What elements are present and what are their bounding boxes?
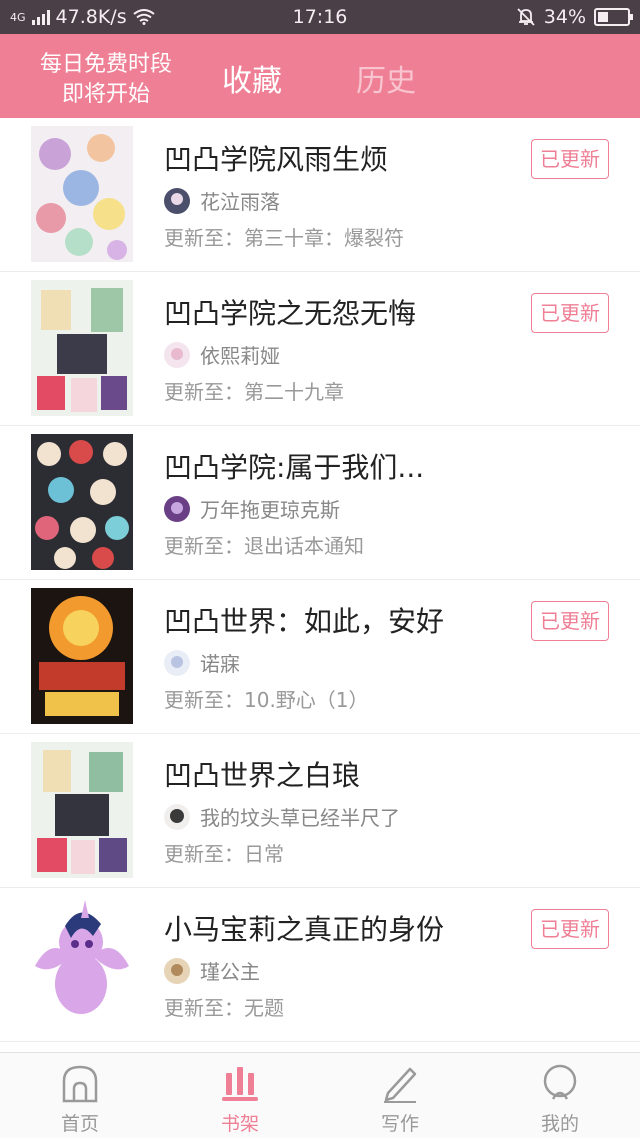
author-row: 瑾公主 xyxy=(164,956,260,985)
book-title[interactable]: 凹凸世界之白琅 xyxy=(164,754,360,794)
book-item[interactable]: 凹凸学院风雨生烦 花泣雨落 更新至：第三十章：爆裂符 已更新 xyxy=(0,118,640,272)
status-right: 34% xyxy=(516,6,633,28)
book-cover[interactable] xyxy=(31,126,133,262)
author-avatar xyxy=(164,957,190,984)
author-name: 依熙莉娅 xyxy=(200,344,280,368)
book-item[interactable]: 小马宝莉之真正的身份 瑾公主 更新至：无题 已更新 xyxy=(0,888,640,1042)
author-name: 我的坟头草已经半尺了 xyxy=(200,806,400,830)
book-item[interactable]: 凹凸学院之无怨无悔 依熙莉娅 更新至：第二十九章 已更新 xyxy=(0,272,640,426)
update-status: 更新至：日常 xyxy=(164,842,284,866)
nav-mine[interactable]: 我的 xyxy=(480,1053,640,1139)
nav-home-label: 首页 xyxy=(60,1113,99,1135)
book-item[interactable]: 凹凸世界之白琅 我的坟头草已经半尺了 更新至：日常 xyxy=(0,734,640,888)
nav-write[interactable]: 写作 xyxy=(320,1053,480,1139)
mute-bell-icon xyxy=(517,8,535,26)
author-row: 花泣雨落 xyxy=(164,186,280,215)
free-time-line1: 每日免费时段 xyxy=(39,52,172,77)
updated-badge: 已更新 xyxy=(531,293,609,333)
author-avatar xyxy=(164,341,190,368)
book-title[interactable]: 凹凸学院之无怨无悔 xyxy=(164,292,416,332)
update-status: 更新至：第三十章：爆裂符 xyxy=(164,226,404,250)
bottom-nav: 首页 书架 写作 我的 xyxy=(0,1052,640,1138)
bookshelf-icon xyxy=(222,1067,258,1101)
home-icon xyxy=(62,1065,98,1103)
nav-bookshelf-label: 书架 xyxy=(220,1113,259,1135)
updated-badge: 已更新 xyxy=(531,909,609,949)
profile-icon xyxy=(543,1064,577,1100)
book-cover[interactable] xyxy=(31,280,133,416)
free-time-line2: 即将开始 xyxy=(61,82,150,107)
book-cover[interactable] xyxy=(31,742,133,878)
update-status: 更新至：第二十九章 xyxy=(164,380,344,404)
updated-badge: 已更新 xyxy=(531,601,609,641)
book-item[interactable]: 凹凸世界：如此，安好 诺寐 更新至：10.野心（1） 已更新 xyxy=(0,580,640,734)
nav-bookshelf[interactable]: 书架 xyxy=(160,1053,320,1139)
author-row: 依熙莉娅 xyxy=(164,340,280,369)
battery-percent: 34% xyxy=(543,6,586,28)
update-status: 更新至：10.野心（1） xyxy=(164,688,369,712)
author-name: 花泣雨落 xyxy=(200,190,280,214)
nav-write-label: 写作 xyxy=(380,1113,419,1135)
updated-badge: 已更新 xyxy=(531,139,609,179)
book-cover[interactable] xyxy=(31,896,133,1032)
nav-home[interactable]: 首页 xyxy=(0,1053,160,1139)
pen-icon xyxy=(384,1067,417,1103)
author-name: 瑾公主 xyxy=(200,960,260,984)
tab-history[interactable]: 历史 xyxy=(356,56,416,100)
bookshelf-list: 凹凸学院风雨生烦 花泣雨落 更新至：第三十章：爆裂符 已更新 凹凸学院之无怨无悔… xyxy=(0,118,640,1042)
book-title[interactable]: 凹凸学院:属于我们... xyxy=(164,446,424,486)
nav-mine-label: 我的 xyxy=(540,1113,579,1135)
update-status: 更新至：无题 xyxy=(164,996,284,1020)
book-cover[interactable] xyxy=(31,588,133,724)
battery-icon xyxy=(594,8,633,26)
top-nav: 每日免费时段 即将开始 收藏 历史 xyxy=(0,34,640,118)
tab-favorites[interactable]: 收藏 xyxy=(222,56,282,100)
author-avatar xyxy=(164,495,190,522)
book-item[interactable]: 凹凸学院:属于我们... 万年拖更琼克斯 更新至：退出话本通知 xyxy=(0,426,640,580)
author-name: 诺寐 xyxy=(200,652,240,676)
author-name: 万年拖更琼克斯 xyxy=(200,498,340,522)
free-time-banner[interactable]: 每日免费时段 即将开始 xyxy=(26,50,186,110)
author-row: 诺寐 xyxy=(164,648,240,677)
status-bar: 4G 47.8K/s 17:16 34% xyxy=(0,0,640,34)
book-title[interactable]: 凹凸世界：如此，安好 xyxy=(164,600,444,640)
author-avatar xyxy=(164,187,190,214)
book-title[interactable]: 凹凸学院风雨生烦 xyxy=(164,138,388,178)
author-row: 我的坟头草已经半尺了 xyxy=(164,802,400,831)
author-avatar xyxy=(164,803,190,830)
book-cover[interactable] xyxy=(31,434,133,570)
author-avatar xyxy=(164,649,190,676)
update-status: 更新至：退出话本通知 xyxy=(164,534,364,558)
book-title[interactable]: 小马宝莉之真正的身份 xyxy=(164,908,444,948)
author-row: 万年拖更琼克斯 xyxy=(164,494,340,523)
